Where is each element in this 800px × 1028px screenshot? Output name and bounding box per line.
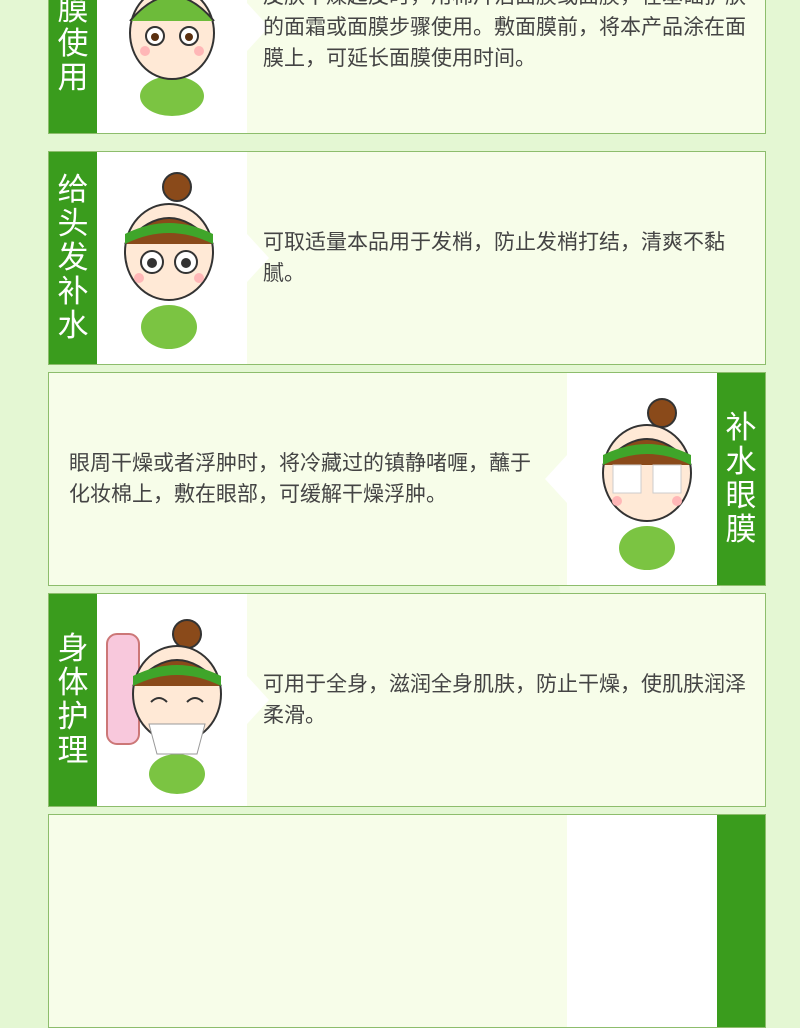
usage-description: 可用于全身，滋润全身肌肤，防止干燥，使肌肤润泽柔滑。	[263, 672, 746, 727]
illustration-panel	[97, 152, 269, 364]
tab-char: 护	[57, 699, 89, 735]
usage-tab	[717, 815, 765, 1027]
usage-description: 眼周干燥或者浮肿时，将冷藏过的镇静啫喱，蘸于化妆棉上，敷在眼部，可缓解干燥浮肿。	[69, 451, 531, 506]
tab-char: 发	[57, 240, 89, 276]
tab-char: 理	[57, 733, 89, 769]
usage-tab: 给 头 发 补 水	[49, 152, 97, 364]
illustration-panel	[97, 0, 269, 133]
usage-card-next	[48, 814, 766, 1028]
usage-description: 皮肤干燥起皮时，用棉片沾面膜或面膜，在基础护肤的面霜或面膜步骤使用。敷面膜前，将…	[263, 0, 746, 70]
usage-card-body: 身 体 护 理 可用于全身，滋润全身肌肤，防止干燥，使肌肤润泽柔滑。	[48, 593, 766, 807]
illustration-panel	[545, 373, 717, 585]
girl-cucumber-icon	[129, 0, 215, 116]
tab-char: 水	[725, 444, 757, 480]
tab-char: 补	[57, 274, 89, 310]
tab-char: 膜	[725, 512, 757, 548]
tab-char: 补	[725, 410, 757, 446]
usage-tab: 身 体 护 理	[49, 594, 97, 806]
usage-card-face-mask: 面 膜 使 用 皮肤干燥起皮时，用棉片沾面膜或面膜，在基础护肤的面霜或面膜步骤使…	[48, 0, 766, 134]
tab-char: 使	[57, 26, 89, 62]
illustration-panel	[97, 594, 269, 806]
usage-card-hair: 给 头 发 补 水 可取适量本品用于发梢，防止发梢打结，清爽不黏腻。	[48, 151, 766, 365]
girl-eye-mask-icon	[602, 398, 692, 570]
usage-description: 可取适量本品用于发梢，防止发梢打结，清爽不黏腻。	[263, 230, 725, 285]
girl-hair-icon	[124, 172, 214, 349]
usage-tab: 面 膜 使 用	[49, 0, 97, 133]
girl-bath-icon	[106, 619, 222, 794]
tab-char: 膜	[57, 0, 89, 28]
tab-char: 身	[57, 631, 89, 667]
usage-card-eye-mask: 眼周干燥或者浮肿时，将冷藏过的镇静啫喱，蘸于化妆棉上，敷在眼部，可缓解干燥浮肿。…	[48, 372, 766, 586]
tab-char: 给	[57, 172, 89, 208]
illustration-panel	[567, 815, 717, 1027]
tab-char: 用	[57, 60, 89, 96]
tab-char: 头	[57, 206, 89, 242]
tab-char: 眼	[725, 478, 757, 514]
tab-char: 体	[57, 665, 89, 701]
usage-tab: 补 水 眼 膜	[717, 373, 765, 585]
tab-char: 水	[57, 308, 89, 344]
